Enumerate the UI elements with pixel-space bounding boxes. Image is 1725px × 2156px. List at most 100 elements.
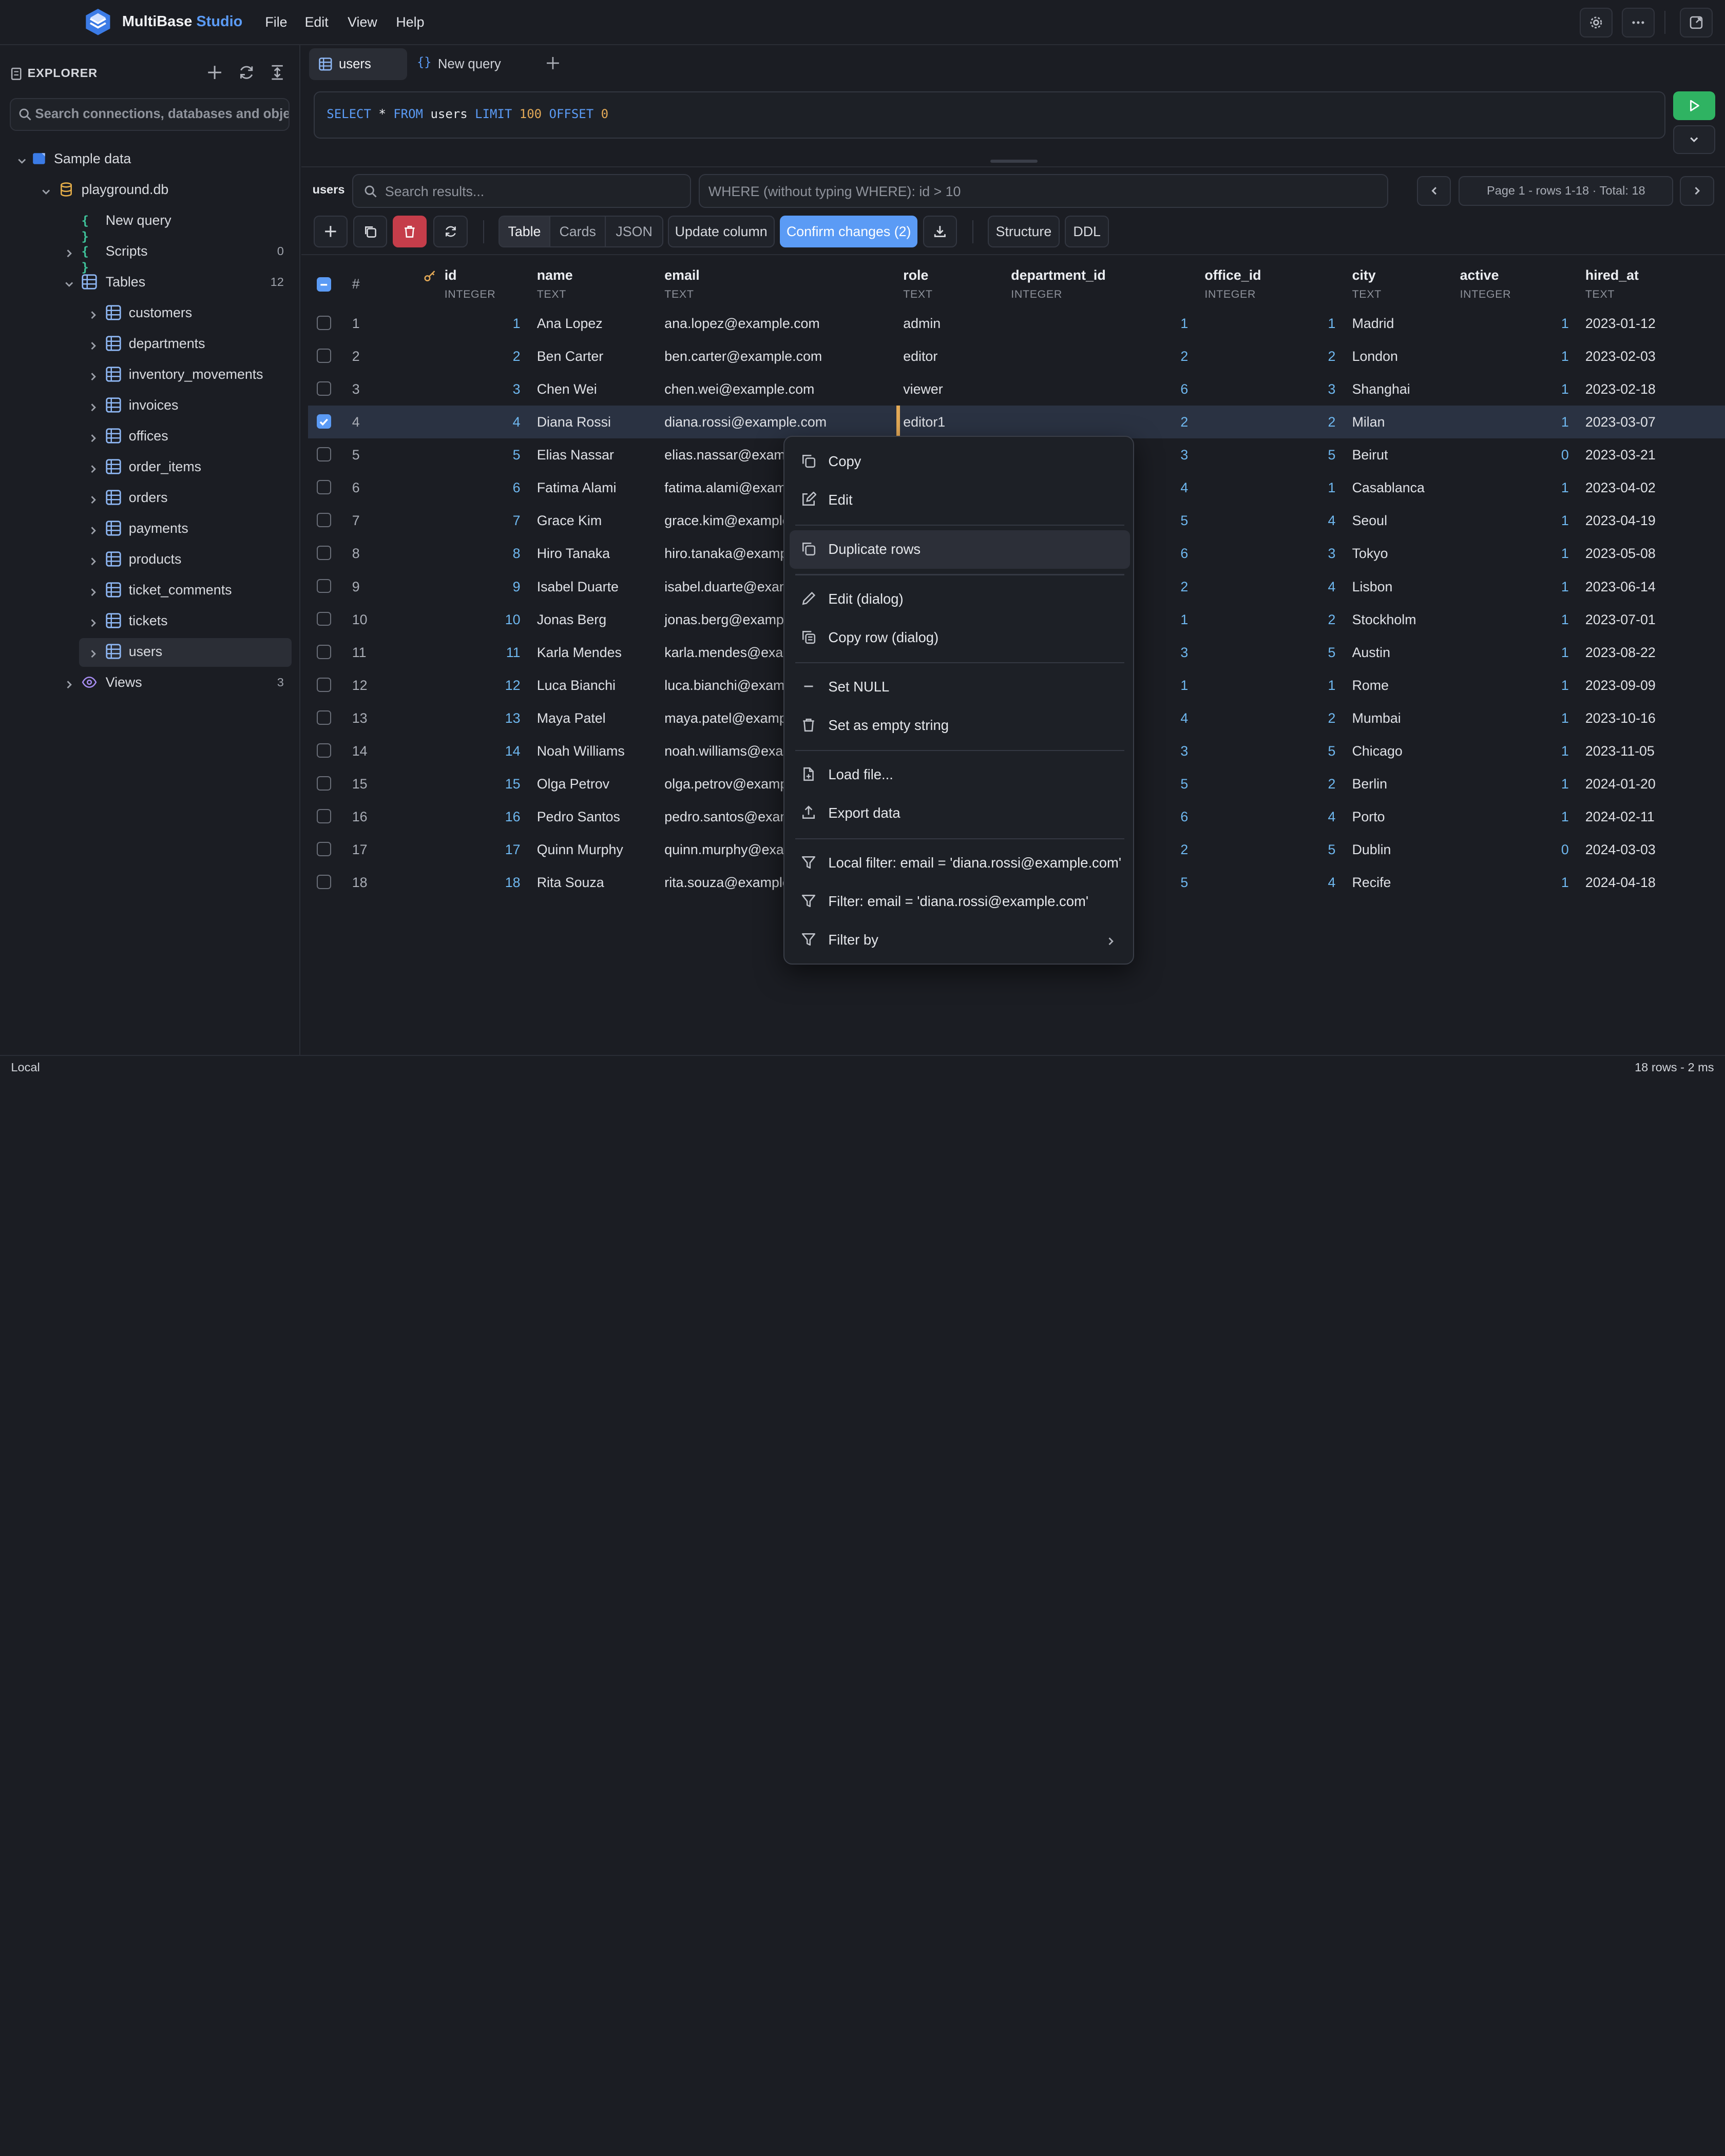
tree-table-offices[interactable]: offices (0, 422, 300, 451)
update-column-button[interactable]: Update column (667, 216, 775, 248)
explorer-search-input[interactable]: Search connections, databases and object… (10, 98, 290, 131)
table-cell[interactable]: 1 (1460, 645, 1569, 661)
table-cell[interactable]: 2 (1204, 710, 1336, 726)
table-cell[interactable]: 1 (1460, 381, 1569, 397)
menu-edit-dialog[interactable]: Edit (dialog) (790, 580, 1129, 618)
menu-local-filter[interactable]: Local filter: email = 'diana.rossi@examp… (790, 843, 1129, 882)
menu-copy[interactable]: Copy (790, 442, 1129, 480)
table-cell[interactable]: Noah Williams (537, 743, 625, 759)
table-cell[interactable]: Maya Patel (537, 710, 606, 726)
table-cell[interactable]: 10 (352, 612, 368, 628)
menu-help[interactable]: Help (396, 14, 424, 30)
table-cell[interactable]: jonas.berg@exampl (664, 612, 787, 628)
tree-table-users[interactable]: users (79, 638, 292, 667)
copy-rows-button[interactable] (353, 216, 388, 248)
table-cell[interactable]: 2 (1204, 349, 1336, 364)
table-cell[interactable]: 15 (352, 776, 368, 792)
table-cell[interactable]: 5 (1204, 447, 1336, 463)
table-row[interactable]: 4 4 Diana Rossi diana.rossi@example.com edit… (308, 406, 1725, 439)
table-cell[interactable]: 17 (423, 842, 521, 858)
tree-scripts[interactable]: { } Scripts 0 (0, 238, 300, 275)
chevron-right-icon[interactable] (88, 616, 99, 627)
menu-edit[interactable]: Edit (790, 480, 1129, 519)
table-cell[interactable]: 1 (1460, 875, 1569, 891)
table-cell[interactable]: Chicago (1352, 743, 1403, 759)
table-cell[interactable]: Fatima Alami (537, 480, 617, 496)
table-cell[interactable]: 4 (423, 414, 521, 430)
table-cell[interactable]: 17 (352, 842, 368, 858)
table-cell[interactable]: 1 (1460, 414, 1569, 430)
chevron-right-icon[interactable] (64, 678, 74, 688)
run-query-button[interactable] (1673, 91, 1715, 120)
view-json-button[interactable]: JSON (606, 217, 662, 246)
sql-editor[interactable]: SELECT * FROM users LIMIT 100 OFFSET 0 (313, 91, 1666, 139)
menu-filter-by[interactable]: Filter by (790, 920, 1129, 959)
table-row[interactable]: 3 3 Chen Wei chen.wei@example.com viewer 6 3 Sh… (308, 373, 1725, 406)
menu-view[interactable]: View (348, 14, 377, 30)
table-cell[interactable]: Mumbai (1352, 710, 1401, 726)
table-cell[interactable]: ben.carter@example.com (664, 349, 822, 364)
table-cell[interactable]: 1 (1460, 776, 1569, 792)
table-cell[interactable]: 6 (423, 480, 521, 496)
tree-playground-db[interactable]: playground.db (0, 176, 300, 205)
row-checkbox[interactable] (317, 579, 331, 593)
tree-table-departments[interactable]: departments (0, 330, 300, 359)
table-cell[interactable]: 2023-05-08 (1585, 546, 1656, 562)
table-cell[interactable]: 5 (352, 447, 360, 463)
menu-edit[interactable]: Edit (305, 14, 329, 30)
chevron-right-icon[interactable] (88, 493, 99, 504)
prev-page-button[interactable] (1417, 176, 1451, 206)
row-checkbox[interactable] (317, 677, 331, 692)
table-cell[interactable]: 1 (1460, 678, 1569, 694)
row-checkbox[interactable] (317, 611, 331, 626)
tree-table-orders[interactable]: orders (0, 484, 300, 513)
chevron-right-icon[interactable] (88, 554, 99, 565)
row-checkbox[interactable] (317, 480, 331, 495)
menu-file[interactable]: File (265, 14, 287, 30)
table-cell[interactable]: 2024-03-03 (1585, 842, 1656, 858)
table-cell[interactable]: 2 (423, 349, 521, 364)
tree-sample-data[interactable]: Sample data (0, 145, 300, 174)
table-cell[interactable]: Recife (1352, 875, 1391, 891)
table-row[interactable]: 2 2 Ben Carter ben.carter@example.com editor… (308, 340, 1725, 373)
table-cell[interactable]: 2 (1204, 414, 1336, 430)
table-cell[interactable]: Elias Nassar (537, 447, 614, 463)
table-cell[interactable]: 4 (1204, 809, 1336, 825)
tree-table-tickets[interactable]: tickets (0, 607, 300, 636)
table-cell[interactable]: Grace Kim (537, 513, 602, 529)
table-cell[interactable]: 14 (423, 743, 521, 759)
table-cell[interactable]: 5 (423, 447, 521, 463)
table-cell[interactable]: London (1352, 349, 1398, 364)
table-cell[interactable]: 2023-02-03 (1585, 349, 1656, 364)
tree-table-invoices[interactable]: invoices (0, 392, 300, 420)
table-cell[interactable]: editor1 (903, 414, 945, 430)
chevron-right-icon[interactable] (88, 308, 99, 319)
table-cell[interactable]: 14 (352, 743, 368, 759)
chevron-right-icon[interactable] (88, 339, 99, 350)
table-cell[interactable]: viewer (903, 381, 943, 397)
table-cell[interactable]: 1 (423, 316, 521, 332)
add-connection-button[interactable] (206, 64, 223, 81)
table-cell[interactable]: 4 (1204, 513, 1336, 529)
table-cell[interactable]: 1 (1204, 678, 1336, 694)
row-checkbox[interactable] (317, 644, 331, 659)
table-cell[interactable]: elias.nassar@examp (664, 447, 793, 463)
table-cell[interactable]: 1 (352, 316, 360, 332)
table-cell[interactable]: 2023-04-19 (1585, 513, 1656, 529)
row-checkbox[interactable] (317, 315, 331, 330)
table-cell[interactable]: olga.petrov@examp (664, 776, 788, 792)
table-cell[interactable]: 10 (423, 612, 521, 628)
select-all-checkbox[interactable] (317, 277, 331, 292)
row-checkbox[interactable] (317, 414, 331, 429)
table-cell[interactable]: 18 (352, 875, 368, 891)
chevron-right-icon[interactable] (88, 400, 99, 411)
table-cell[interactable]: 2023-03-07 (1585, 414, 1656, 430)
table-cell[interactable]: 0 (1460, 842, 1569, 858)
window-button[interactable] (1680, 8, 1713, 37)
table-cell[interactable]: 1 (1460, 809, 1569, 825)
table-cell[interactable]: Rome (1352, 678, 1389, 694)
table-cell[interactable]: 11 (352, 645, 367, 661)
table-cell[interactable]: 6 (352, 480, 360, 496)
table-cell[interactable]: Stockholm (1352, 612, 1416, 628)
table-cell[interactable]: diana.rossi@example.com (664, 414, 827, 430)
